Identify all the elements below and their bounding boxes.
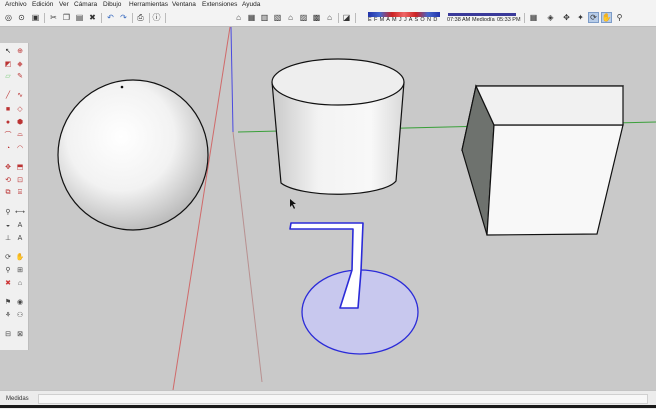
measurements-input[interactable]: [38, 394, 648, 404]
menu-edicion[interactable]: Edición: [32, 1, 53, 8]
measurements-label: Medidas: [6, 396, 29, 402]
undo-icon[interactable]: ↶: [105, 12, 116, 23]
sunset-time: 05:33 PM: [497, 17, 521, 23]
pan-icon[interactable]: ✋: [601, 12, 612, 23]
pan-icon[interactable]: ✋: [15, 252, 25, 262]
menu-archivo[interactable]: Archivo: [5, 1, 27, 8]
cube-top-face[interactable]: [475, 85, 624, 126]
orbit-icon[interactable]: ⟳: [588, 12, 599, 23]
scale-icon[interactable]: ⧉: [3, 188, 13, 198]
back-view-icon[interactable]: ⌂: [285, 12, 296, 23]
menu-extensiones[interactable]: Extensiones: [202, 1, 237, 8]
eraser-icon[interactable]: ◆: [15, 59, 25, 69]
shadows-icon[interactable]: ◪: [341, 12, 352, 23]
cylinder-top[interactable]: [271, 58, 405, 106]
pie-icon[interactable]: ⬢: [15, 117, 25, 127]
rectangle-icon[interactable]: ╱: [3, 90, 13, 100]
section-view-icon[interactable]: ⌂: [324, 12, 335, 23]
arc-3-icon[interactable]: ⌓: [15, 130, 25, 140]
menu-herramientas[interactable]: Herramientas: [129, 1, 168, 8]
months-label: E F M A M J J A S O N D: [368, 17, 438, 23]
move-icon[interactable]: ✥: [3, 162, 13, 172]
follow-me-icon[interactable]: ⊡: [15, 175, 25, 185]
left-view-icon[interactable]: ▨: [298, 12, 309, 23]
bottom-view-icon[interactable]: ▩: [311, 12, 322, 23]
push-pull-icon[interactable]: ⬒: [15, 162, 25, 172]
erase-icon[interactable]: ✖: [87, 12, 98, 23]
section-2-icon[interactable]: ⊠: [15, 329, 25, 339]
dimension-icon[interactable]: ⟷: [15, 207, 25, 217]
offset-icon[interactable]: ⌸: [15, 188, 25, 198]
redo-icon[interactable]: ↷: [118, 12, 129, 23]
toolbar-separator: [149, 13, 150, 23]
sunrise-time: 07:38 AM: [447, 17, 471, 23]
toolbar-separator: [44, 13, 45, 23]
arc-icon[interactable]: ●: [3, 117, 13, 127]
arc-4-icon[interactable]: ◠: [15, 143, 25, 153]
shadow-time-slider[interactable]: [448, 13, 516, 16]
menu-bar: Archivo Edición Ver Cámara Dibujo Herram…: [0, 0, 656, 10]
toolbar-separator: [101, 13, 102, 23]
look-around-icon[interactable]: ◉: [15, 297, 25, 307]
toolbar-separator: [165, 13, 166, 23]
previous-icon[interactable]: ⌂: [15, 278, 25, 288]
position-camera-icon[interactable]: ⚑: [3, 297, 13, 307]
walk-icon[interactable]: ✦: [575, 12, 586, 23]
model-info-icon[interactable]: ⓘ: [151, 12, 162, 23]
3d-text-icon[interactable]: A: [15, 233, 25, 243]
menu-ver[interactable]: Ver: [59, 1, 69, 8]
print-icon[interactable]: ⎙: [135, 12, 146, 23]
paste-icon[interactable]: ▤: [74, 12, 85, 23]
copy-icon[interactable]: ❐: [61, 12, 72, 23]
sphere-vertex: [120, 85, 124, 89]
menu-ayuda[interactable]: Ayuda: [242, 1, 260, 8]
cut-icon[interactable]: ✂: [48, 12, 59, 23]
select-icon[interactable]: ↖: [3, 46, 13, 56]
drawing-viewport[interactable]: [29, 27, 656, 390]
perspective-icon[interactable]: ◈: [545, 12, 556, 23]
zoom-icon[interactable]: ⚲: [614, 12, 625, 23]
circle-icon[interactable]: ■: [3, 104, 13, 114]
tape-icon[interactable]: ⚲: [3, 207, 13, 217]
text-icon[interactable]: A: [15, 220, 25, 230]
paint-icon[interactable]: ◩: [3, 59, 13, 69]
freehand-icon[interactable]: ✎: [15, 71, 25, 81]
menu-ventana[interactable]: Ventana: [172, 1, 196, 8]
toolbar-separator: [524, 13, 525, 23]
save-icon[interactable]: ▣: [30, 12, 41, 23]
toolbar-separator: [132, 13, 133, 23]
rotate-icon[interactable]: ⟲: [3, 175, 13, 185]
toolbar-separator: [338, 13, 339, 23]
fog-icon[interactable]: ▦: [528, 12, 539, 23]
midday-label: Mediodía: [472, 17, 495, 23]
component-icon[interactable]: ⊕: [15, 46, 25, 56]
section-icon[interactable]: ⊟: [3, 329, 13, 339]
right-view-icon[interactable]: ▧: [272, 12, 283, 23]
arc-2-icon[interactable]: ⌒: [3, 130, 13, 140]
zoom-extents-icon[interactable]: ✖: [3, 278, 13, 288]
axes-icon[interactable]: ⊥: [3, 233, 13, 243]
iso-view-icon[interactable]: ⌂: [233, 12, 244, 23]
orbit-icon[interactable]: ⟳: [3, 252, 13, 262]
pie-2-icon[interactable]: ◔: [3, 143, 13, 153]
toolbar-separator: [355, 13, 356, 23]
sphere[interactable]: [57, 79, 209, 231]
menu-dibujo[interactable]: Dibujo: [103, 1, 121, 8]
top-view-icon[interactable]: ▦: [246, 12, 257, 23]
walk-icon[interactable]: ⚘: [3, 310, 13, 320]
foot-icon[interactable]: ⚇: [15, 310, 25, 320]
line-icon[interactable]: ▱: [3, 71, 13, 81]
rotated-rectangle-icon[interactable]: ∿: [15, 90, 25, 100]
front-view-icon[interactable]: ▥: [259, 12, 270, 23]
move-view-icon[interactable]: ✥: [561, 12, 572, 23]
tools-sidebar: ↖ ⊕ ◩ ◆ ▱ ✎ ╱ ∿ ■ ◇ ● ⬢ ⌒ ⌓ ◔ ◠ ✥ ⬒ ⟲ ⊡ …: [0, 43, 29, 350]
menu-camara[interactable]: Cámara: [74, 1, 97, 8]
protractor-icon[interactable]: ◒: [3, 220, 13, 230]
zoom-window-icon[interactable]: ⊞: [15, 265, 25, 275]
zoom-icon[interactable]: ⚲: [3, 265, 13, 275]
main-toolbar: ◎ ⊙ ▣ ✂ ❐ ▤ ✖ ↶ ↷ ⎙ ⓘ ⌂ ▦ ▥ ▧ ⌂ ▨ ▩ ⌂ ◪ …: [0, 10, 656, 27]
polygon-icon[interactable]: ◇: [15, 104, 25, 114]
model-icon[interactable]: ⊙: [16, 12, 27, 23]
select-icon[interactable]: ◎: [3, 12, 14, 23]
